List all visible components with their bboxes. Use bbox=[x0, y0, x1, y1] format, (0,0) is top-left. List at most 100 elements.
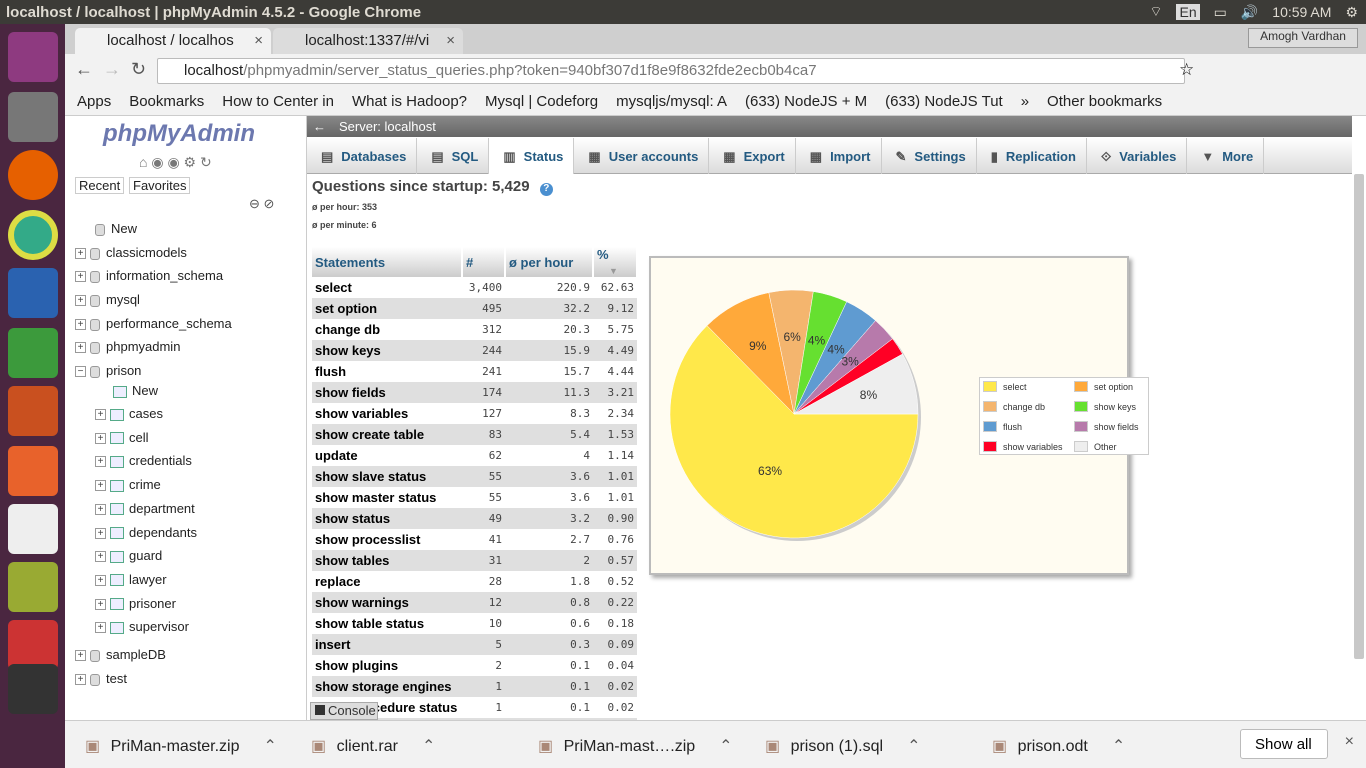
address-bar[interactable]: localhost/phpmyadmin/server_status_queri… bbox=[157, 58, 1185, 84]
volume-icon[interactable]: 🔊 bbox=[1241, 4, 1258, 21]
bookmark-other[interactable]: Other bookmarks bbox=[1047, 93, 1162, 110]
files-icon[interactable] bbox=[8, 92, 58, 142]
software-center-icon[interactable] bbox=[8, 446, 58, 496]
db-test[interactable]: + test bbox=[75, 671, 127, 686]
db-prison[interactable]: − prison bbox=[75, 363, 141, 378]
bookmark-item[interactable]: How to Center in bbox=[222, 93, 334, 110]
calc-icon[interactable] bbox=[8, 328, 58, 378]
db-phpmyadmin[interactable]: + phpmyadmin bbox=[75, 339, 180, 354]
show-all-button[interactable]: Show all bbox=[1240, 729, 1328, 759]
expand-icon[interactable]: + bbox=[95, 574, 106, 586]
tab-settings[interactable]: ✎ Settings bbox=[882, 138, 977, 174]
profile-button[interactable]: Amogh Vardhan bbox=[1248, 28, 1358, 48]
tab-replication[interactable]: ▮ Replication bbox=[977, 138, 1087, 174]
impress-icon[interactable] bbox=[8, 386, 58, 436]
tab-phpmyadmin[interactable]: localhost / localhos × bbox=[75, 28, 271, 54]
expand-icon[interactable]: + bbox=[95, 622, 106, 634]
tab-more[interactable]: ▼ More bbox=[1187, 138, 1265, 174]
bookmark-item[interactable]: Mysql | Codeforg bbox=[485, 93, 598, 110]
nav-icons[interactable]: ⌂ ◉ ◉ ⚙ ↻ bbox=[139, 154, 212, 171]
clock[interactable]: 10:59 AM bbox=[1272, 4, 1331, 20]
expand-icon[interactable]: + bbox=[95, 503, 106, 515]
recent-tab[interactable]: Recent bbox=[75, 177, 125, 194]
download-item[interactable]: ▣ prison (1).sql ⌃ bbox=[765, 736, 920, 756]
tab-status[interactable]: ▥ Status bbox=[489, 138, 575, 174]
bookmark-bookmarks[interactable]: Bookmarks bbox=[129, 93, 204, 110]
expand-icon[interactable]: + bbox=[95, 409, 106, 421]
close-icon[interactable]: × bbox=[446, 32, 455, 49]
phpmyadmin-logo[interactable]: phpMyAdmin bbox=[103, 120, 255, 148]
console-toggle[interactable]: Console bbox=[310, 702, 378, 720]
expand-icon[interactable]: + bbox=[75, 295, 86, 307]
chevron-up-icon[interactable]: ⌃ bbox=[1112, 738, 1125, 755]
new-database[interactable]: New bbox=[95, 221, 137, 236]
bookmark-item[interactable]: What is Hadoop? bbox=[352, 93, 467, 110]
writer-icon[interactable] bbox=[8, 268, 58, 318]
power-icon[interactable]: ⚙ bbox=[1345, 4, 1358, 21]
expand-icon[interactable]: + bbox=[75, 342, 86, 354]
table-crime[interactable]: + crime bbox=[95, 477, 161, 492]
expand-icon[interactable]: + bbox=[75, 674, 86, 686]
scrollbar[interactable] bbox=[1354, 174, 1364, 659]
tab-localhost-1337[interactable]: localhost:1337/#/vi × bbox=[273, 28, 463, 54]
download-item[interactable]: ▣ prison.odt ⌃ bbox=[992, 736, 1125, 756]
expand-icon[interactable]: + bbox=[75, 319, 86, 331]
bookmark-item[interactable]: (633) NodeJS Tut bbox=[885, 93, 1003, 110]
expand-icon[interactable]: + bbox=[75, 271, 86, 283]
wifi-icon[interactable]: ⌔ bbox=[1149, 3, 1162, 21]
close-icon[interactable]: × bbox=[254, 32, 263, 49]
firefox-icon[interactable] bbox=[8, 150, 58, 200]
chevron-up-icon[interactable]: ⌃ bbox=[719, 738, 732, 755]
expand-icon[interactable]: + bbox=[75, 248, 86, 260]
bookmark-apps[interactable]: Apps bbox=[77, 93, 111, 110]
app-icon[interactable] bbox=[8, 620, 58, 670]
chevron-up-icon[interactable]: ⌃ bbox=[422, 738, 435, 755]
table-credentials[interactable]: + credentials bbox=[95, 453, 192, 468]
table-dependants[interactable]: + dependants bbox=[95, 525, 197, 540]
download-item[interactable]: ▣ client.rar ⌃ bbox=[311, 736, 435, 756]
expand-icon[interactable]: + bbox=[95, 598, 106, 610]
bookmark-item[interactable]: (633) NodeJS + M bbox=[745, 93, 867, 110]
bookmarks-overflow[interactable]: » bbox=[1021, 93, 1029, 110]
download-item[interactable]: ▣ PriMan-mast….zip ⌃ bbox=[538, 736, 733, 756]
db-classicmodels[interactable]: + classicmodels bbox=[75, 245, 187, 260]
reload-icon[interactable]: ↻ bbox=[131, 59, 146, 80]
help-icon[interactable]: ? bbox=[539, 183, 553, 196]
tab-variables[interactable]: ⟐ Variables bbox=[1087, 138, 1188, 174]
db-sampleDB[interactable]: + sampleDB bbox=[75, 647, 166, 662]
new-table[interactable]: New bbox=[113, 383, 158, 398]
db-mysql[interactable]: + mysql bbox=[75, 292, 140, 307]
expand-icon[interactable]: + bbox=[95, 551, 106, 563]
table-guard[interactable]: + guard bbox=[95, 548, 162, 563]
table-supervisor[interactable]: + supervisor bbox=[95, 619, 189, 634]
expand-icon[interactable]: + bbox=[75, 650, 86, 662]
tab-export[interactable]: ▦ Export bbox=[709, 138, 796, 174]
tab-sql[interactable]: ▤ SQL bbox=[417, 138, 490, 174]
collapse-nav-icon[interactable]: ← bbox=[313, 119, 326, 134]
expand-icon[interactable]: + bbox=[95, 432, 106, 444]
tab-user-accounts[interactable]: ▦ User accounts bbox=[574, 138, 710, 174]
chevron-up-icon[interactable]: ⌃ bbox=[907, 738, 920, 755]
chrome-icon[interactable] bbox=[8, 210, 58, 260]
favorites-tab[interactable]: Favorites bbox=[129, 177, 191, 194]
chevron-up-icon[interactable]: ⌃ bbox=[264, 738, 277, 755]
expand-icon[interactable]: + bbox=[95, 527, 106, 539]
close-icon[interactable]: × bbox=[1345, 733, 1354, 751]
table-prisoner[interactable]: + prisoner bbox=[95, 596, 176, 611]
col-per-hour[interactable]: ø per hour bbox=[505, 247, 594, 277]
expand-icon[interactable]: + bbox=[95, 480, 106, 492]
col-statements[interactable]: Statements bbox=[312, 247, 463, 277]
bookmark-item[interactable]: mysqljs/mysql: A bbox=[616, 93, 727, 110]
collapse-link-icons[interactable]: ⊖ ⊘ bbox=[249, 196, 274, 212]
settings-icon[interactable] bbox=[8, 562, 58, 612]
download-item[interactable]: ▣ PriMan-master.zip ⌃ bbox=[85, 736, 277, 756]
col-count[interactable]: # bbox=[462, 247, 506, 277]
keyboard-lang[interactable]: En bbox=[1176, 4, 1200, 20]
table-lawyer[interactable]: + lawyer bbox=[95, 572, 167, 587]
amazon-icon[interactable] bbox=[8, 504, 58, 554]
tab-databases[interactable]: ▤ Databases bbox=[307, 138, 418, 174]
table-department[interactable]: + department bbox=[95, 501, 195, 516]
col-percent[interactable]: % ▼ bbox=[593, 247, 638, 277]
table-cases[interactable]: + cases bbox=[95, 406, 163, 421]
star-icon[interactable]: ☆ bbox=[1179, 60, 1194, 80]
